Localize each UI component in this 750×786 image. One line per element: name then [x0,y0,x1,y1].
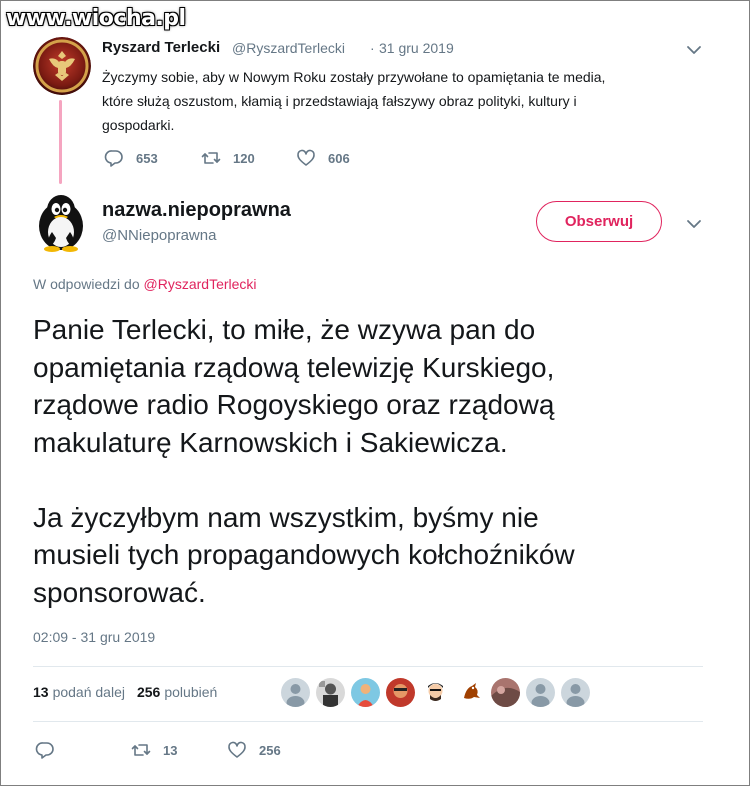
liker-avatar[interactable] [316,678,345,707]
liker-avatar[interactable] [526,678,555,707]
divider [33,666,703,667]
liker-avatar[interactable] [386,678,415,707]
reply-icon [35,742,54,759]
main-author-name[interactable]: nazwa.niepoprawna [102,199,291,222]
parent-retweet-button[interactable]: 120 [201,148,255,168]
like-button[interactable]: 256 [227,740,281,760]
heart-icon [228,741,246,758]
liker-avatar[interactable] [351,678,380,707]
avatar-ryszard-terlecki[interactable] [33,37,91,95]
parent-reply-button[interactable]: 653 [104,148,158,168]
chevron-down-icon[interactable] [684,214,704,234]
parent-text-line: gospodarki. [102,117,175,133]
likers-avatars [281,678,596,707]
parent-like-count: 606 [328,150,350,166]
main-text-line: musieli tych propagandowych kołchoźników [33,539,575,570]
main-text-line: opamiętania rządową telewizję Kurskiego, [33,351,555,383]
main-text-line: sponsorować. [33,576,206,608]
main-text-line: rządowe radio Rogoyskiego oraz rządową [33,389,555,420]
main-text-line: makulaturę Karnowskich i Sakiewicza. [33,426,508,458]
follow-button[interactable]: Obserwuj [536,201,662,242]
liker-avatar[interactable] [456,678,485,707]
parent-tweet-text: Życzymy sobie, aby w Nowym Roku zostały … [102,65,702,137]
main-author-handle[interactable]: @NNiepoprawna [102,227,216,244]
retweet-icon [201,152,221,164]
liker-avatar[interactable] [561,678,590,707]
retweet-count: 13 [163,742,178,758]
watermark: www.wiocha.pl [6,6,186,31]
main-text-line: Ja życzyłbym nam wszystkim, byśmy nie [33,501,539,533]
chevron-down-icon[interactable] [684,40,704,60]
parent-like-button[interactable]: 606 [296,148,350,168]
parent-author-handle[interactable]: @RyszardTerlecki [232,40,345,56]
likes-stat-count: 256 [136,684,161,700]
parent-retweet-count: 120 [233,150,255,166]
liker-avatar[interactable] [281,678,310,707]
parent-author-name[interactable]: Ryszard Terlecki [102,39,220,56]
avatar-nazwa-niepoprawna[interactable] [30,190,92,252]
parent-date[interactable]: 31 gru 2019 [379,40,454,56]
parent-text-line: które służą oszustom, kłamią i przedstaw… [102,93,577,109]
thread-connector-line [59,100,62,184]
heart-icon [297,149,315,166]
reply-to-handle-link[interactable]: @RyszardTerlecki [144,276,257,292]
like-count: 256 [259,742,281,758]
main-tweet-text: Panie Terlecki, to miłe, że wzywa pan do… [33,311,713,611]
retweets-stat-label: podań dalej [52,684,125,700]
reply-icon [104,150,123,167]
reply-context: W odpowiedzi do @RyszardTerlecki [33,276,257,292]
reply-button[interactable] [35,740,67,760]
liker-avatar[interactable] [491,678,520,707]
retweets-stat-count: 13 [33,684,49,700]
likes-stat[interactable]: 256 polubień [137,684,217,700]
liker-avatar[interactable] [421,678,450,707]
divider [33,721,703,722]
main-text-line: Panie Terlecki, to miłe, że wzywa pan do [33,314,536,345]
parent-text-line: Życzymy sobie, aby w Nowym Roku zostały … [102,69,606,85]
reply-to-prefix: W odpowiedzi do [33,276,140,292]
tweet-timestamp[interactable]: 02:09 - 31 gru 2019 [33,629,155,645]
engagement-stats: 13 podań dalej 256 polubień [33,684,229,700]
retweet-button[interactable]: 13 [131,740,177,760]
parent-reply-count: 653 [136,150,158,166]
parent-separator: · [370,40,375,56]
likes-stat-label: polubień [164,684,218,700]
retweets-stat[interactable]: 13 podań dalej [33,684,125,700]
retweet-icon [131,744,151,756]
